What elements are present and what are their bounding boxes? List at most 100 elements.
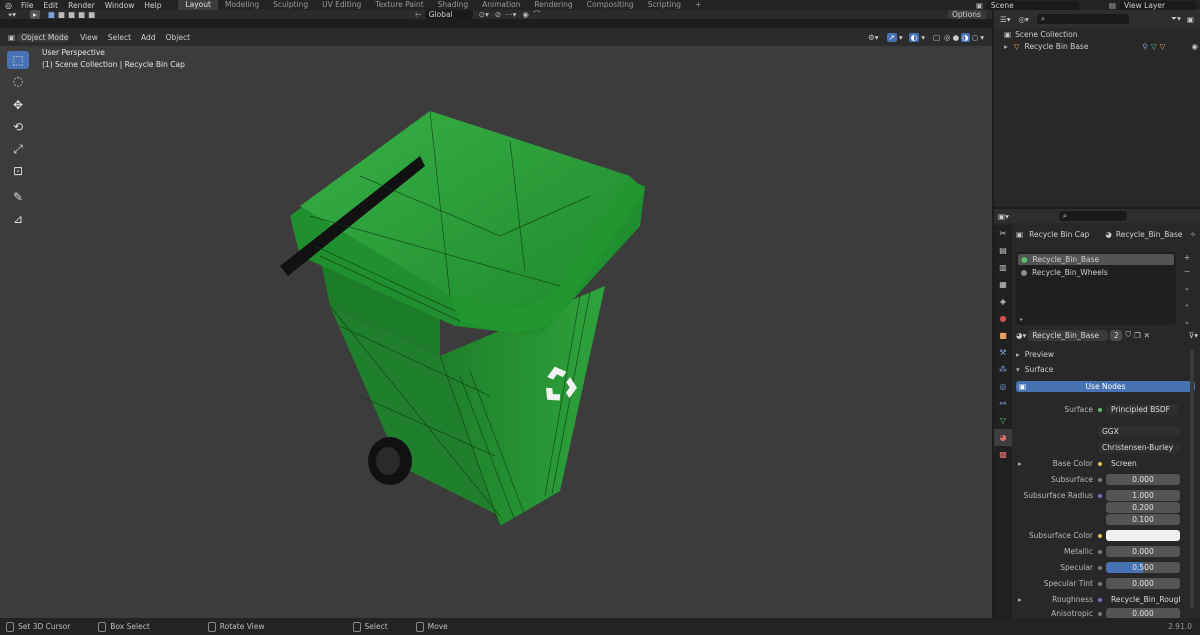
viewport-menu-view[interactable]: View — [75, 33, 103, 42]
viewport-menu-object[interactable]: Object — [161, 33, 195, 42]
material-slot-item[interactable]: Recycle_Bin_Wheels — [1018, 267, 1174, 278]
material-browse-icon[interactable]: ◕▾ — [1016, 331, 1026, 340]
roughness-expand-icon[interactable]: ▸ — [1018, 595, 1022, 604]
move-slot-down-icon[interactable]: ⌄ — [1180, 315, 1194, 329]
subsurface-slider[interactable]: 0.000 — [1106, 474, 1180, 485]
viewport-menu-select[interactable]: Select — [103, 33, 136, 42]
recycle-bin-model[interactable] — [260, 96, 680, 536]
output-tab-icon[interactable]: ▥ — [994, 259, 1012, 276]
tab-sculpting[interactable]: Sculpting — [266, 0, 315, 10]
object-mode-dropdown[interactable]: Object Mode — [17, 32, 70, 42]
pivot-icon[interactable]: ⊙▾ — [479, 10, 489, 19]
annotate-icon[interactable]: ✎ — [7, 188, 29, 206]
scale-icon[interactable]: ⤢ — [7, 140, 29, 158]
menu-window[interactable]: Window — [100, 1, 140, 10]
tab-layout[interactable]: Layout — [178, 0, 218, 10]
distribution-dropdown[interactable]: GGX — [1098, 426, 1180, 437]
overlay-dropdown-icon[interactable]: ▾ — [921, 33, 925, 42]
view-layer-icon[interactable]: ▤ — [1109, 1, 1116, 10]
orientation-icon[interactable]: ⊢ — [415, 10, 422, 19]
object-tab-icon[interactable]: ■ — [994, 327, 1012, 344]
snap-target-icon[interactable]: ⋯▾ — [505, 10, 516, 19]
data-tab-icon[interactable]: ▽ — [994, 412, 1012, 429]
preview-panel-header[interactable]: ▸ Preview — [1016, 349, 1054, 359]
list-resize-handle-icon[interactable]: ▸ — [1020, 316, 1023, 323]
menu-file[interactable]: File — [16, 1, 39, 10]
outliner-filter-mode-icon[interactable]: ◎▾ — [1019, 15, 1029, 24]
gizmo-icon[interactable]: ↗ — [886, 32, 897, 42]
menu-edit[interactable]: Edit — [39, 1, 64, 10]
move-slot-up-icon[interactable]: ⌃ — [1180, 301, 1194, 315]
menu-render[interactable]: Render — [63, 1, 100, 10]
properties-scrollbar[interactable] — [1190, 349, 1194, 609]
properties-editor-icon[interactable]: ▣▾ — [998, 212, 1009, 221]
add-workspace-button[interactable]: + — [688, 0, 708, 10]
duplicate-material-icon[interactable]: ❐ — [1134, 331, 1141, 340]
visibility-icon[interactable]: ⚙▾ — [868, 33, 879, 42]
particles-tab-icon[interactable]: ⁂ — [994, 361, 1012, 378]
measure-icon[interactable]: ⊿ — [7, 210, 29, 228]
visibility-eye-icon[interactable]: ◉ — [1191, 42, 1198, 51]
xray-icon[interactable]: ▢ — [933, 33, 940, 42]
scene-collection-row[interactable]: ▣ Scene Collection — [1004, 30, 1077, 39]
subsurface-radius-y[interactable]: 0.200 — [1106, 502, 1180, 513]
overlay-icon[interactable]: ◐ — [908, 32, 920, 42]
properties-search-input[interactable]: ⌕ — [1058, 211, 1127, 221]
shading-wireframe-icon[interactable]: ◎ — [944, 33, 951, 42]
subsurface-method-dropdown[interactable]: Christensen-Burley — [1098, 442, 1180, 453]
tab-scripting[interactable]: Scripting — [641, 0, 688, 10]
outliner-search-input[interactable]: ⌕ — [1036, 14, 1129, 24]
new-collection-icon[interactable]: ▣ — [1187, 15, 1194, 24]
world-tab-icon[interactable]: ● — [994, 310, 1012, 327]
outliner-item-recycle-bin-base[interactable]: ▸ ▽ Recycle Bin Base ⚲ ▽ ▽ ◉ — [1004, 42, 1198, 51]
outliner-editor-icon[interactable]: ☰▾ — [1000, 15, 1011, 24]
select-box-icon[interactable]: ⬚ — [7, 51, 29, 69]
tab-uv-editing[interactable]: UV Editing — [315, 0, 368, 10]
shading-material-icon[interactable]: ◑ — [961, 32, 970, 42]
cursor-icon[interactable]: ◌ — [7, 72, 29, 90]
proportional-falloff-icon[interactable]: ⌒ — [533, 9, 541, 20]
transform-orientation-dropdown[interactable]: Global — [424, 10, 473, 19]
move-icon[interactable]: ✥ — [7, 96, 29, 114]
rotate-icon[interactable]: ⟲ — [7, 118, 29, 136]
snap-icon[interactable]: ⊘ — [495, 10, 501, 19]
editor-type-icon[interactable]: ⌖▾ — [8, 10, 16, 20]
material-user-count[interactable]: 2 — [1110, 329, 1123, 341]
slot-specials-icon[interactable]: ⌄ — [1180, 281, 1194, 295]
base-color-expand-icon[interactable]: ▸ — [1018, 459, 1022, 468]
object-mode-icon[interactable]: ▣ — [8, 33, 15, 42]
material-slot-item[interactable]: ● Recycle_Bin_Base — [1018, 254, 1174, 265]
view-layer-field[interactable]: View Layer — [1120, 0, 1196, 10]
proportional-icon[interactable]: ◉ — [522, 10, 529, 19]
shading-solid-icon[interactable]: ● — [953, 33, 960, 42]
specular-slider[interactable]: 0.500 — [1106, 562, 1180, 573]
modifier-tab-icon[interactable]: ⚒ — [994, 344, 1012, 361]
mode-extend-icon[interactable]: ■ — [58, 10, 65, 19]
constraints-tab-icon[interactable]: ⚯ — [994, 395, 1012, 412]
texture-tab-icon[interactable]: ▩ — [994, 446, 1012, 463]
outliner-filter-icon[interactable]: ⏷▾ — [1171, 14, 1181, 24]
menu-help[interactable]: Help — [139, 1, 166, 10]
roughness-texture-field[interactable]: Recycle_Bin_Roughness.p... — [1106, 594, 1180, 605]
material-name-field[interactable]: Recycle_Bin_Base — [1028, 329, 1109, 341]
base-color-field[interactable]: Screen — [1106, 458, 1180, 469]
3d-viewport[interactable]: User Perspective (1) Scene Collection | … — [0, 46, 992, 618]
use-nodes-button[interactable]: ▣ Use Nodes — [1016, 381, 1195, 392]
specular-tint-slider[interactable]: 0.000 — [1106, 578, 1180, 589]
tab-compositing[interactable]: Compositing — [580, 0, 641, 10]
view-layer-tab-icon[interactable]: ▦ — [994, 276, 1012, 293]
tab-shading[interactable]: Shading — [431, 0, 475, 10]
subsurface-radius-z[interactable]: 0.100 — [1106, 514, 1180, 525]
pin-icon[interactable]: ✧ — [1190, 230, 1196, 239]
gizmo-dropdown-icon[interactable]: ▾ — [899, 33, 903, 42]
viewport-menu-add[interactable]: Add — [136, 33, 161, 42]
expand-arrow-icon[interactable]: ▸ — [1004, 42, 1008, 51]
mode-new-icon[interactable]: ■ — [48, 10, 55, 19]
subsurface-color-swatch[interactable] — [1106, 530, 1180, 541]
anisotropic-slider[interactable]: 0.000 — [1106, 608, 1180, 618]
tool-tab-icon[interactable]: ✂ — [994, 225, 1012, 242]
physics-tab-icon[interactable]: ◎ — [994, 378, 1012, 395]
scene-field[interactable]: Scene — [986, 0, 1079, 10]
scene-icon[interactable]: ▣ — [976, 1, 983, 10]
metallic-slider[interactable]: 0.000 — [1106, 546, 1180, 557]
